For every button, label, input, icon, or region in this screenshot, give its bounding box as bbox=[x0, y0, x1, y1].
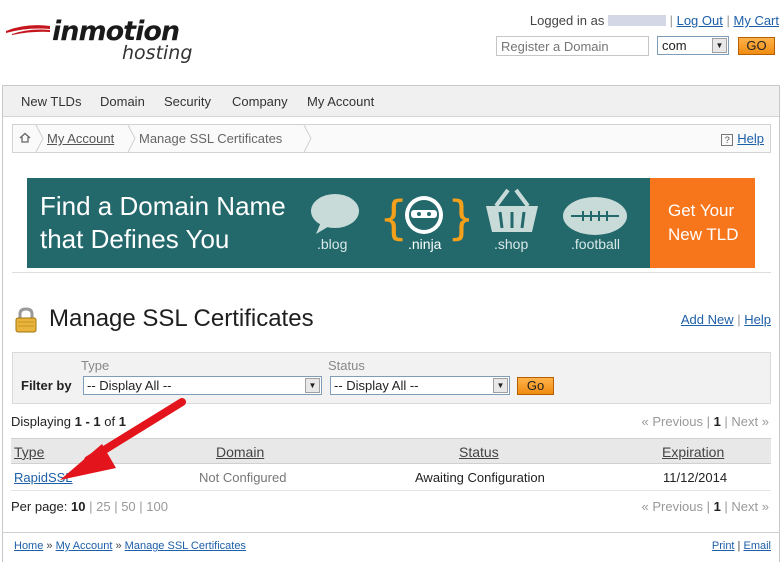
status-filter-select[interactable]: -- Display All -- ▼ bbox=[330, 376, 510, 395]
banner-headline-line2: that Defines You bbox=[40, 224, 230, 254]
banner-cta-line2: New TLD bbox=[668, 225, 739, 244]
tld-ninja: .ninja bbox=[408, 236, 442, 252]
per-page-option-100[interactable]: 100 bbox=[146, 499, 168, 514]
red-arrow-annotation bbox=[60, 398, 186, 480]
pager-previous[interactable]: « Previous bbox=[642, 414, 703, 429]
chevron-down-icon: ▼ bbox=[712, 38, 727, 53]
filter-by-label: Filter by bbox=[21, 378, 72, 393]
footer: Home » My Account » Manage SSL Certifica… bbox=[2, 532, 780, 562]
filter-go-button[interactable]: Go bbox=[517, 377, 554, 395]
certificate-status: Awaiting Configuration bbox=[415, 470, 545, 485]
page-title: Manage SSL Certificates bbox=[49, 305, 314, 332]
column-header-status[interactable]: Status bbox=[459, 444, 499, 460]
home-icon[interactable] bbox=[19, 132, 31, 144]
logout-link[interactable]: Log Out bbox=[677, 13, 723, 28]
banner-headline: Find a Domain Name that Defines You bbox=[40, 190, 300, 256]
divider bbox=[12, 272, 771, 273]
lock-icon bbox=[15, 307, 37, 333]
per-page-selector: Per page: 10 | 25 | 50 | 100 bbox=[11, 499, 168, 514]
certificate-expiration: 11/12/2014 bbox=[663, 470, 728, 485]
tld-select[interactable]: com ▼ bbox=[657, 36, 729, 55]
football-icon bbox=[563, 197, 627, 235]
account-links: Logged in as | Log Out | My Cart bbox=[529, 13, 780, 28]
breadcrumb-help[interactable]: ? Help bbox=[721, 131, 764, 146]
logo-sub-text: hosting bbox=[122, 42, 193, 64]
nav-item-domain[interactable]: Domain bbox=[100, 94, 145, 109]
filter-type-label: Type bbox=[81, 358, 110, 373]
banner-headline-line1: Find a Domain Name bbox=[40, 191, 286, 221]
per-page-option-25[interactable]: 25 bbox=[96, 499, 110, 514]
help-icon: ? bbox=[721, 134, 734, 146]
speech-bubble-icon bbox=[311, 194, 359, 234]
breadcrumb-separator-icon bbox=[127, 125, 136, 152]
print-link[interactable]: Print bbox=[712, 540, 735, 552]
email-link[interactable]: Email bbox=[743, 540, 771, 552]
per-page-current: 10 bbox=[71, 499, 86, 514]
chevron-down-icon: ▼ bbox=[305, 378, 320, 393]
pager-current-page: 1 bbox=[713, 499, 721, 514]
footer-crumb-home[interactable]: Home bbox=[14, 540, 43, 552]
domain-go-button[interactable]: GO bbox=[738, 37, 775, 55]
footer-crumb-my-account[interactable]: My Account bbox=[56, 540, 113, 552]
domain-search-input[interactable] bbox=[496, 36, 649, 56]
filter-status-label: Status bbox=[328, 358, 365, 373]
pager-bottom: « Previous | 1 | Next » bbox=[641, 499, 769, 514]
nav-item-security[interactable]: Security bbox=[164, 94, 211, 109]
new-tld-banner[interactable]: Find a Domain Name that Defines You .blo… bbox=[27, 178, 755, 268]
title-actions: Add New | Help bbox=[680, 312, 771, 327]
type-filter-value: -- Display All -- bbox=[87, 378, 172, 393]
breadcrumb-separator-icon bbox=[35, 125, 44, 152]
per-page-option-50[interactable]: 50 bbox=[121, 499, 135, 514]
logged-in-label: Logged in as bbox=[529, 13, 605, 28]
pager-top: « Previous | 1 | Next » bbox=[641, 414, 769, 429]
breadcrumb-my-account[interactable]: My Account bbox=[47, 131, 114, 146]
footer-breadcrumb: Home » My Account » Manage SSL Certifica… bbox=[14, 540, 246, 552]
nav-item-company[interactable]: Company bbox=[232, 94, 288, 109]
status-filter-value: -- Display All -- bbox=[334, 378, 419, 393]
footer-tools: Print | Email bbox=[711, 540, 771, 552]
shopping-basket-icon bbox=[486, 188, 538, 232]
cart-link[interactable]: My Cart bbox=[734, 13, 780, 28]
main-nav: New TLDs Domain Security Company My Acco… bbox=[3, 86, 779, 117]
tld-blog: .blog bbox=[317, 236, 348, 252]
add-new-link[interactable]: Add New bbox=[681, 312, 734, 327]
svg-text:{: { bbox=[379, 191, 408, 245]
breadcrumb-help-link[interactable]: Help bbox=[737, 131, 764, 146]
pager-next[interactable]: Next » bbox=[731, 499, 769, 514]
footer-crumb-ssl[interactable]: Manage SSL Certificates bbox=[125, 540, 246, 552]
pager-previous[interactable]: « Previous bbox=[642, 499, 703, 514]
breadcrumb: My Account Manage SSL Certificates ? Help bbox=[12, 124, 771, 153]
username-redacted bbox=[607, 15, 666, 26]
breadcrumb-current: Manage SSL Certificates bbox=[139, 131, 283, 146]
breadcrumb-separator-icon bbox=[303, 125, 312, 152]
pager-current-page: 1 bbox=[713, 414, 721, 429]
page-help-link[interactable]: Help bbox=[744, 312, 771, 327]
certificate-domain: Not Configured bbox=[199, 470, 287, 485]
pager-next[interactable]: Next » bbox=[731, 414, 769, 429]
nav-item-my-account[interactable]: My Account bbox=[307, 94, 374, 109]
per-page-label: Per page: bbox=[11, 499, 68, 514]
column-header-expiration[interactable]: Expiration bbox=[662, 444, 724, 460]
inmotion-logo[interactable]: inmotion hosting bbox=[6, 14, 206, 70]
banner-cta[interactable]: Get Your New TLD bbox=[650, 178, 755, 268]
chevron-down-icon: ▼ bbox=[493, 378, 508, 393]
svg-text:}: } bbox=[447, 191, 469, 245]
tld-selected-value: com bbox=[662, 38, 687, 53]
nav-item-new-tlds[interactable]: New TLDs bbox=[21, 94, 81, 109]
banner-cta-line1: Get Your bbox=[668, 201, 735, 220]
tld-football: .football bbox=[571, 236, 621, 252]
column-header-domain[interactable]: Domain bbox=[216, 444, 264, 460]
tld-shop: .shop bbox=[494, 236, 529, 252]
